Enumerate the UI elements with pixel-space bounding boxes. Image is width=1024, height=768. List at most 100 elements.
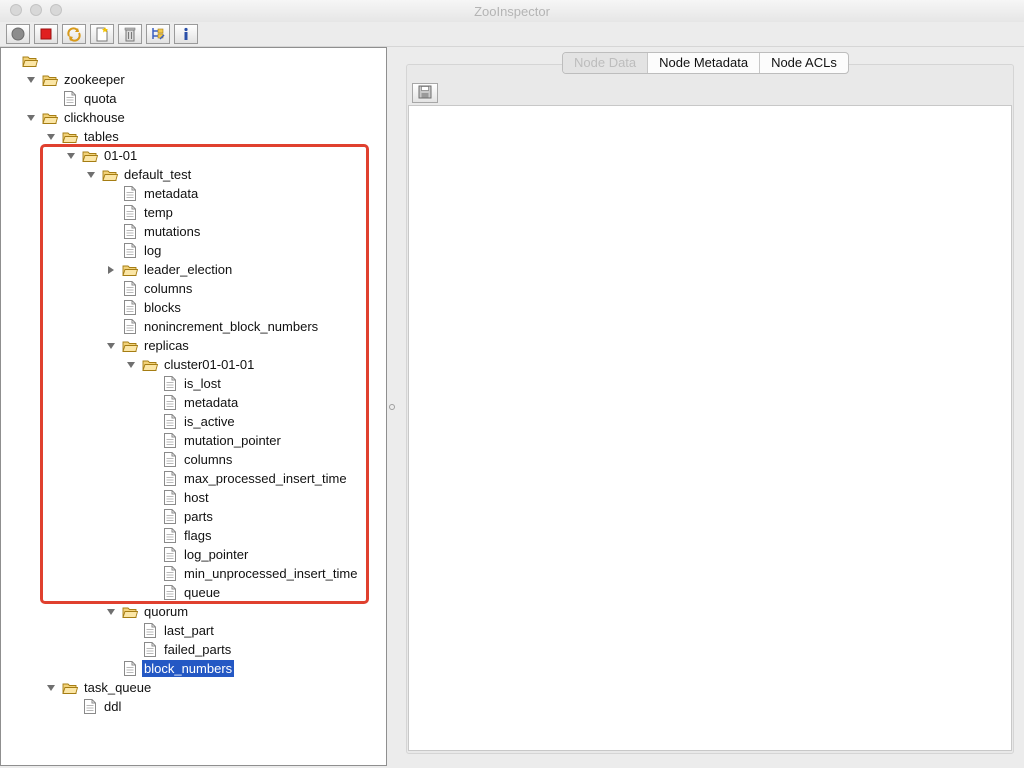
file-icon — [82, 699, 98, 715]
refresh-button[interactable] — [62, 24, 86, 44]
delete-icon — [122, 26, 138, 42]
tree-file-node[interactable]: last_part — [125, 621, 216, 640]
delete-node-button[interactable] — [118, 24, 142, 44]
expand-arrow-down-icon[interactable] — [25, 74, 37, 86]
tree-file-node[interactable]: columns — [105, 279, 194, 298]
file-icon — [122, 319, 138, 335]
tree-node-label: zookeeper — [64, 72, 125, 87]
tree-node-label: 01-01 — [104, 148, 138, 163]
tree-node-label: mutations — [144, 224, 201, 239]
tree-file-node[interactable]: log — [105, 241, 163, 260]
tree-file-node[interactable]: min_unprocessed_insert_time — [145, 564, 359, 583]
folder-open-icon — [42, 110, 58, 126]
folder-open-icon — [42, 72, 58, 88]
expand-arrow-down-icon[interactable] — [105, 606, 117, 618]
tree-folder-node[interactable]: default_test — [85, 165, 193, 184]
file-icon — [162, 471, 178, 487]
expand-arrow-down-icon[interactable] — [25, 112, 37, 124]
window-title: ZooInspector — [474, 4, 550, 19]
folder-open-icon — [62, 680, 78, 696]
add-node-button[interactable] — [90, 24, 114, 44]
tree-file-node[interactable]: log_pointer — [145, 545, 250, 564]
node-data-textarea[interactable] — [408, 105, 1012, 751]
tree-folder-node[interactable]: clickhouse — [25, 108, 127, 127]
tree-folder-node[interactable]: tables — [45, 127, 121, 146]
file-icon — [162, 547, 178, 563]
file-icon — [142, 623, 158, 639]
tree-file-node[interactable]: quota — [45, 89, 119, 108]
tree-node-label: quorum — [144, 604, 189, 619]
tree-folder-node[interactable]: quorum — [105, 602, 190, 621]
tree-file-node[interactable]: columns — [145, 450, 234, 469]
file-icon — [122, 186, 138, 202]
tree-file-node[interactable]: parts — [145, 507, 215, 526]
tree-folder-node[interactable]: cluster01-01-01 — [125, 355, 256, 374]
tree-folder-node[interactable]: leader_election — [105, 260, 234, 279]
tree-file-node[interactable]: is_lost — [145, 374, 223, 393]
tab-node-metadata[interactable]: Node Metadata — [647, 53, 759, 73]
add-node-icon — [94, 26, 110, 42]
node-viewers-icon — [150, 26, 166, 42]
tree-file-node[interactable]: flags — [145, 526, 213, 545]
tab-strip: Node Data Node Metadata Node ACLs — [562, 52, 849, 74]
tree-folder-node[interactable]: task_queue — [45, 678, 153, 697]
tree-node-label: leader_election — [144, 262, 233, 277]
tree-file-node[interactable]: temp — [105, 203, 175, 222]
tree-folder-node[interactable]: replicas — [105, 336, 191, 355]
tree-folder-node[interactable]: 01-01 — [65, 146, 139, 165]
expand-arrow-down-icon[interactable] — [45, 131, 57, 143]
folder-open-icon — [122, 262, 138, 278]
file-icon — [162, 433, 178, 449]
collapse-arrow-right-icon[interactable] — [105, 264, 117, 276]
tree-node-label: columns — [144, 281, 193, 296]
tree-file-node[interactable]: failed_parts — [125, 640, 233, 659]
node-tree-panel[interactable]: zookeeper quota clickhouse tables 01-01 defau… — [0, 47, 387, 766]
folder-open-icon — [62, 129, 78, 145]
tree-node-label: host — [184, 490, 209, 505]
tree-file-node[interactable]: queue — [145, 583, 222, 602]
tree-file-node[interactable]: is_active — [145, 412, 237, 431]
expand-arrow-down-icon[interactable] — [45, 682, 57, 694]
tab-node-data[interactable]: Node Data — [563, 53, 648, 73]
tree-file-node[interactable]: blocks — [105, 298, 183, 317]
file-icon — [162, 566, 178, 582]
expand-arrow-down-icon[interactable] — [65, 150, 77, 162]
save-button[interactable] — [412, 83, 438, 103]
node-viewers-button[interactable] — [146, 24, 170, 44]
tree-file-node[interactable]: mutations — [105, 222, 202, 241]
split-pane-divider-handle[interactable] — [389, 404, 395, 410]
connect-button[interactable] — [6, 24, 30, 44]
about-button[interactable] — [174, 24, 198, 44]
tree-node-label: quota — [84, 91, 117, 106]
tree-file-node[interactable]: ddl — [65, 697, 123, 716]
tree-file-node[interactable]: metadata — [105, 184, 200, 203]
tree-file-node[interactable]: nonincrement_block_numbers — [105, 317, 320, 336]
tree-folder-node[interactable]: zookeeper — [25, 70, 127, 89]
tree-folder-node[interactable] — [5, 51, 46, 70]
tree-file-node[interactable]: max_processed_insert_time — [145, 469, 349, 488]
expand-arrow-down-icon[interactable] — [85, 169, 97, 181]
tree-file-node[interactable]: metadata — [145, 393, 240, 412]
tree-node-label: metadata — [144, 186, 199, 201]
disconnect-button[interactable] — [34, 24, 58, 44]
tree-node-label: flags — [184, 528, 212, 543]
expand-arrow-down-icon[interactable] — [105, 340, 117, 352]
tab-node-acls[interactable]: Node ACLs — [759, 53, 848, 73]
folder-open-icon — [142, 357, 158, 373]
tree-file-node[interactable]: host — [145, 488, 211, 507]
file-icon — [162, 395, 178, 411]
connect-icon — [11, 27, 25, 41]
tree-file-node[interactable]: block_numbers — [105, 659, 235, 678]
tree-node-label: blocks — [144, 300, 181, 315]
folder-open-icon — [122, 604, 138, 620]
tree-file-node[interactable]: mutation_pointer — [145, 431, 283, 450]
expand-arrow-down-icon[interactable] — [125, 359, 137, 371]
